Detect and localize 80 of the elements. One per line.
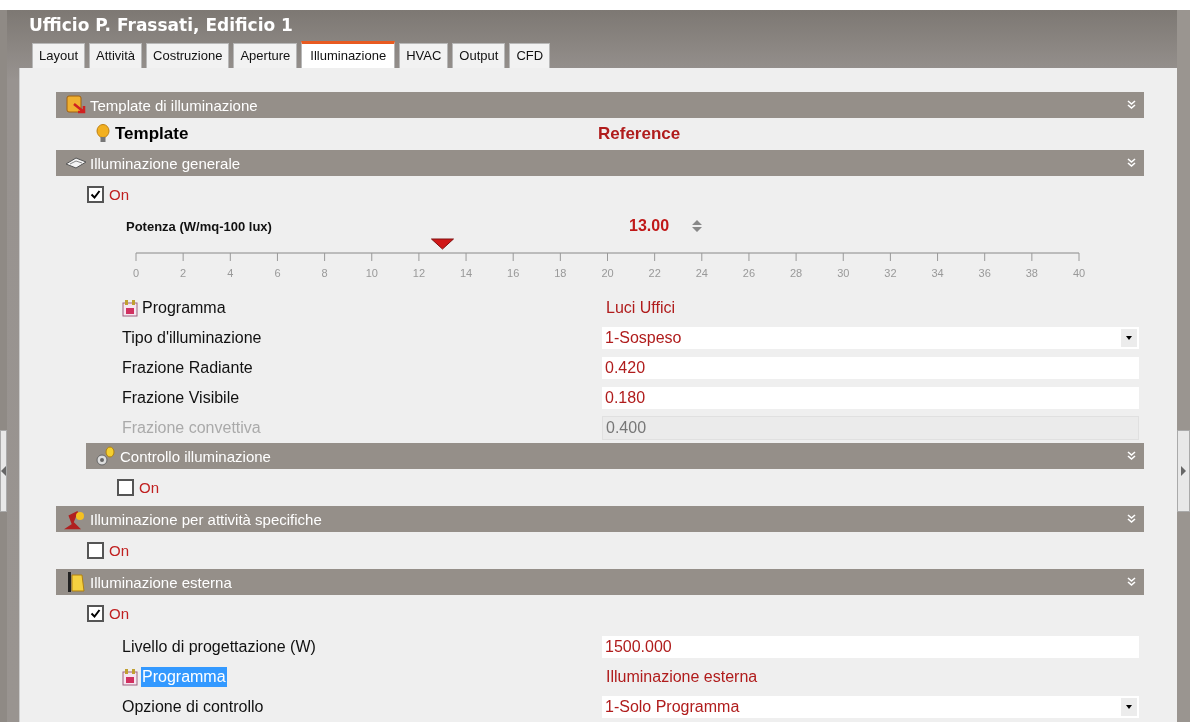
tick-label: 34 (931, 267, 944, 279)
row-label: Programma (141, 667, 227, 687)
tab[interactable]: Attività (89, 43, 143, 68)
checkbox-label: On (109, 186, 129, 203)
left-arrow-icon (1, 466, 6, 476)
schedule-link[interactable]: Illuminazione esterna (602, 668, 758, 686)
row-label: Frazione Radiante (121, 358, 254, 378)
section-title: Illuminazione generale (90, 154, 242, 172)
tick-label: 8 (321, 267, 328, 279)
input-field[interactable]: 1500.000 (602, 636, 1139, 658)
window-title: Ufficio P. Frassati, Edificio 1 (28, 14, 294, 37)
row-label: Frazione Visibile (121, 388, 241, 408)
section-title: Controllo illuminazione (120, 447, 272, 465)
schedule-link[interactable]: Luci Uffici (602, 299, 676, 317)
tick-label: 36 (978, 267, 991, 279)
tick-label: 22 (648, 267, 661, 279)
bulb-gear-icon (94, 445, 118, 467)
bulb-icon (96, 124, 110, 144)
input-field[interactable]: 0.420 (602, 357, 1139, 379)
tick-label: 24 (695, 267, 708, 279)
tick-label: 10 (365, 267, 378, 279)
input-field[interactable]: 0.180 (602, 387, 1139, 409)
tick-label: 14 (459, 267, 473, 279)
calendar-icon (121, 668, 139, 686)
section-title: Illuminazione per attività specifiche (90, 510, 323, 528)
slider-label: Potenza (W/mq-100 lux) (126, 218, 273, 234)
collapse-chevron-icon[interactable] (1127, 451, 1136, 461)
tab[interactable]: HVAC (399, 43, 449, 68)
collapse-chevron-icon[interactable] (1127, 100, 1136, 110)
tick-label: 2 (180, 267, 187, 279)
checkbox-label: On (109, 605, 129, 622)
tab[interactable]: CFD (509, 43, 551, 68)
tick-label: 38 (1025, 267, 1038, 279)
tab[interactable]: Costruzione (146, 43, 230, 68)
tick-label: 0 (132, 267, 140, 279)
document-icon (64, 94, 88, 116)
row-label: Livello di progettazione (W) (121, 637, 317, 657)
section-title: Template di illuminazione (90, 96, 259, 114)
checkbox[interactable] (87, 605, 104, 622)
tick-label: 26 (742, 267, 756, 279)
tab[interactable]: Layout (32, 43, 86, 68)
tick-label: 6 (274, 267, 281, 279)
tick-label: 4 (227, 267, 234, 279)
calendar-icon (121, 299, 139, 317)
collapse-chevron-icon[interactable] (1127, 514, 1136, 524)
row-label: Template (115, 124, 189, 144)
row-label: Frazione convettiva (121, 418, 262, 438)
tick-label: 28 (789, 267, 803, 279)
collapse-handle[interactable] (0, 430, 7, 512)
right-arrow-icon (1181, 466, 1186, 476)
row-label: Programma (141, 298, 227, 318)
slider-value: 13.00 (629, 217, 670, 235)
collapse-handle[interactable] (1177, 430, 1190, 512)
checkbox[interactable] (117, 479, 134, 496)
collapse-chevron-icon[interactable] (1127, 158, 1136, 168)
tab[interactable]: Output (452, 43, 506, 68)
dropdown[interactable]: 1-Solo Programma (602, 696, 1139, 718)
section-title: Illuminazione esterna (90, 573, 233, 591)
checkbox-label: On (109, 542, 129, 559)
tick-label: 30 (837, 267, 850, 279)
slider-marker[interactable] (431, 238, 454, 250)
template-value: Reference (598, 124, 681, 144)
tick-label: 18 (554, 267, 567, 279)
checkbox[interactable] (87, 186, 104, 203)
check-icon (90, 189, 101, 200)
tab[interactable]: Aperture (233, 43, 298, 68)
row-label: Tipo d'illuminazione (121, 328, 263, 348)
tick-label: 20 (601, 267, 614, 279)
collapse-chevron-icon[interactable] (1127, 577, 1136, 587)
checkbox[interactable] (87, 542, 104, 559)
check-icon (90, 608, 101, 619)
dropdown[interactable]: 1-Sospeso (602, 327, 1139, 349)
tick-label: 40 (1072, 267, 1086, 279)
tab[interactable]: Illuminazione (301, 41, 396, 68)
row-label: Opzione di controllo (121, 697, 265, 717)
checkbox-label: On (139, 479, 159, 496)
spinner-icon[interactable] (691, 219, 704, 233)
tick-label: 32 (884, 267, 897, 279)
tick-label: 16 (507, 267, 520, 279)
tick-label: 12 (412, 267, 425, 279)
